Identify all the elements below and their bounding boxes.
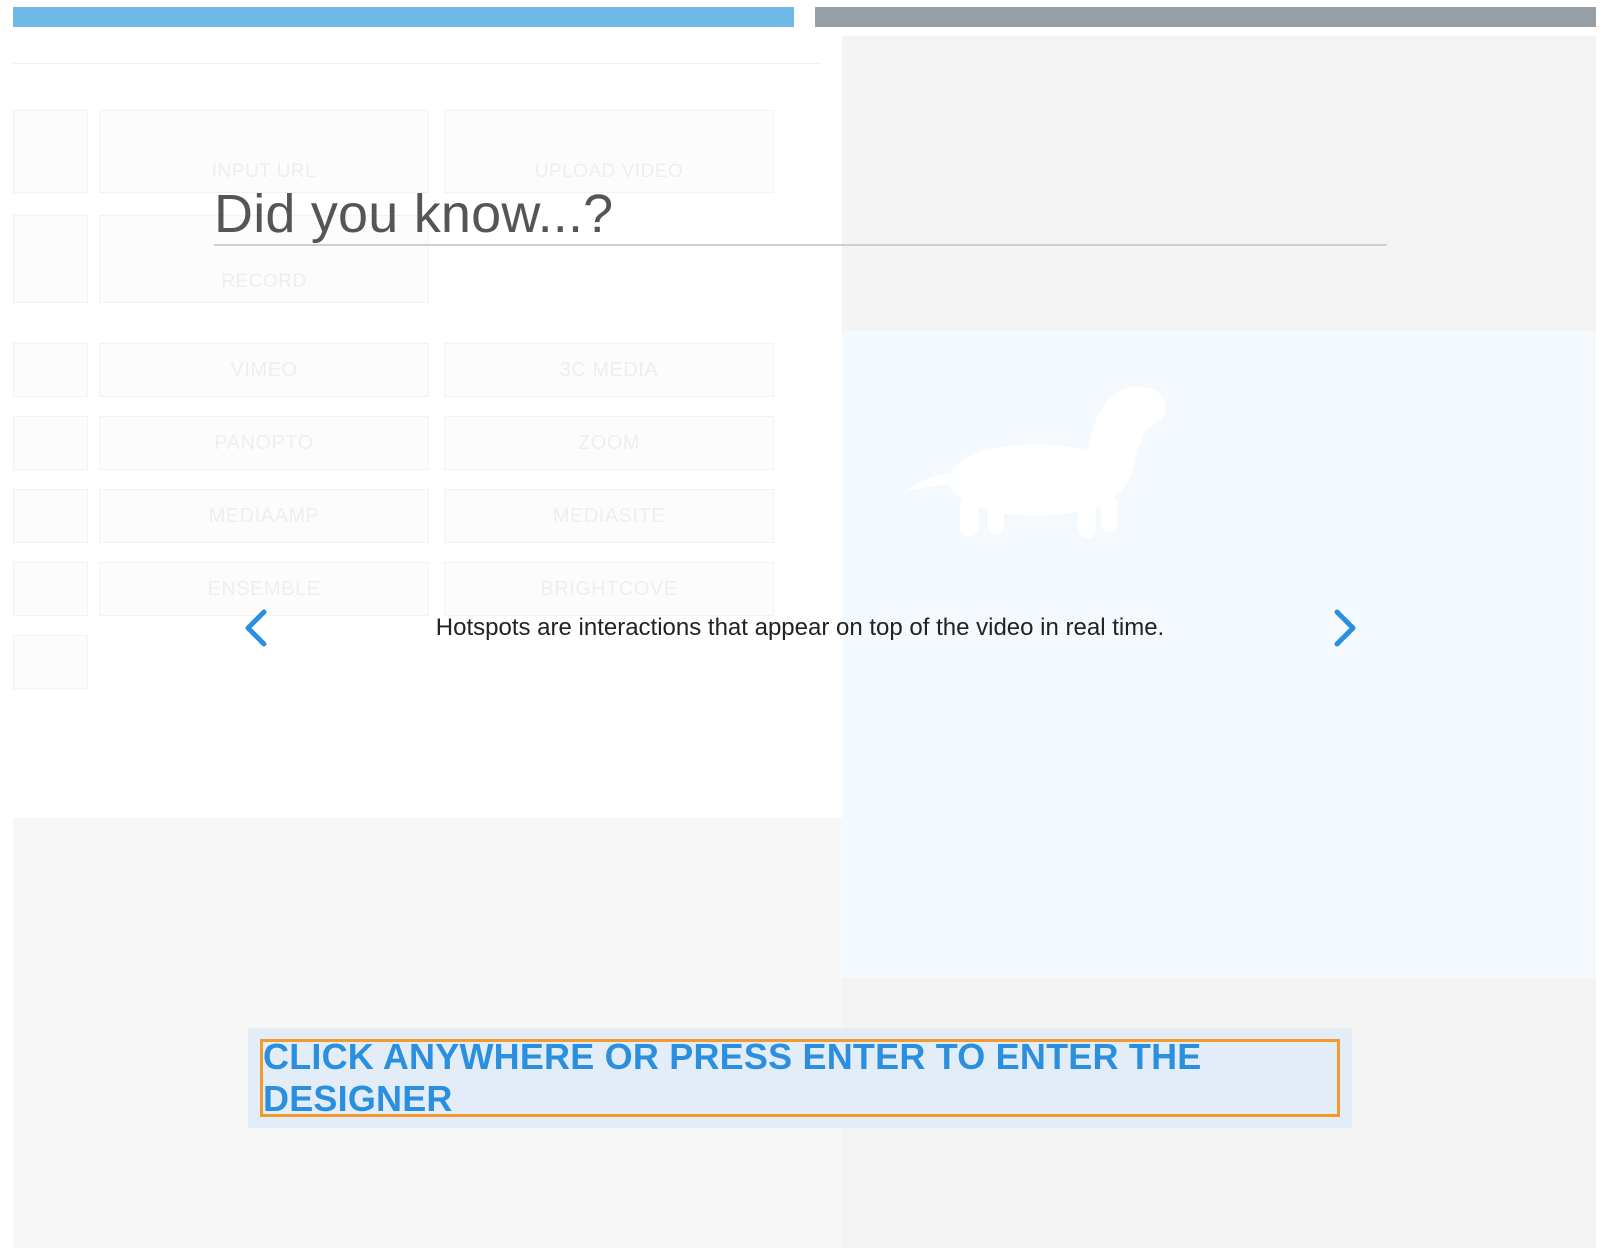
ghost-card-label: PANOPTO (214, 432, 314, 454)
ghost-card-label: MEDIAAMP (208, 505, 320, 527)
ghost-card-vimeo: VIMEO (99, 343, 429, 397)
title-underline (214, 244, 1387, 246)
ghost-card-3c-media: 3C MEDIA (444, 343, 774, 397)
progress-step-inactive (815, 7, 1596, 27)
ghost-card-brightcove: BRIGHTCOVE (444, 562, 774, 616)
ghost-card-label: UPLOAD VIDEO (534, 161, 684, 182)
progress-step-active (13, 7, 794, 27)
ghost-card-label: 3C MEDIA (559, 359, 659, 381)
ghost-card-label: ENSEMBLE (207, 578, 321, 600)
ghost-card (13, 416, 88, 470)
ghost-card (13, 489, 88, 543)
chevron-left-icon (245, 609, 267, 647)
previous-tip-button[interactable] (236, 608, 276, 648)
ghost-card (13, 343, 88, 397)
ghost-card-mediasite: MEDIASITE (444, 489, 774, 543)
ghost-card-zoom: ZOOM (444, 416, 774, 470)
ghost-card-panopto: PANOPTO (99, 416, 429, 470)
designer-intro-page[interactable]: INPUT URL UPLOAD VIDEO RECORD VIMEO 3C M… (0, 0, 1604, 1248)
ghost-card-label: VIMEO (230, 359, 298, 381)
page-title: Did you know...? (214, 184, 614, 244)
next-tip-button[interactable] (1325, 608, 1365, 648)
ghost-card-upload-video: UPLOAD VIDEO (444, 110, 774, 193)
ghost-card-label: INPUT URL (211, 161, 317, 182)
ghost-card-mediaamp: MEDIAAMP (99, 489, 429, 543)
divider (13, 63, 821, 64)
enter-designer-label: CLICK ANYWHERE OR PRESS ENTER TO ENTER T… (263, 1036, 1202, 1119)
ghost-card (13, 215, 88, 303)
chevron-right-icon (1334, 609, 1356, 647)
ghost-card (13, 110, 88, 193)
ghost-card (13, 562, 88, 616)
enter-designer-button[interactable]: CLICK ANYWHERE OR PRESS ENTER TO ENTER T… (260, 1036, 1340, 1119)
ghost-card-label: BRIGHTCOVE (540, 578, 678, 600)
dachshund-icon (903, 386, 1166, 538)
ghost-card-input-url: INPUT URL (99, 110, 429, 193)
ghost-card (13, 635, 88, 689)
ghost-card-label: ZOOM (578, 432, 640, 454)
background-right-top (842, 36, 1596, 331)
tip-text: Hotspots are interactions that appear on… (435, 614, 1165, 641)
ghost-card-label: MEDIASITE (552, 505, 666, 527)
ghost-card-label: RECORD (221, 271, 307, 292)
